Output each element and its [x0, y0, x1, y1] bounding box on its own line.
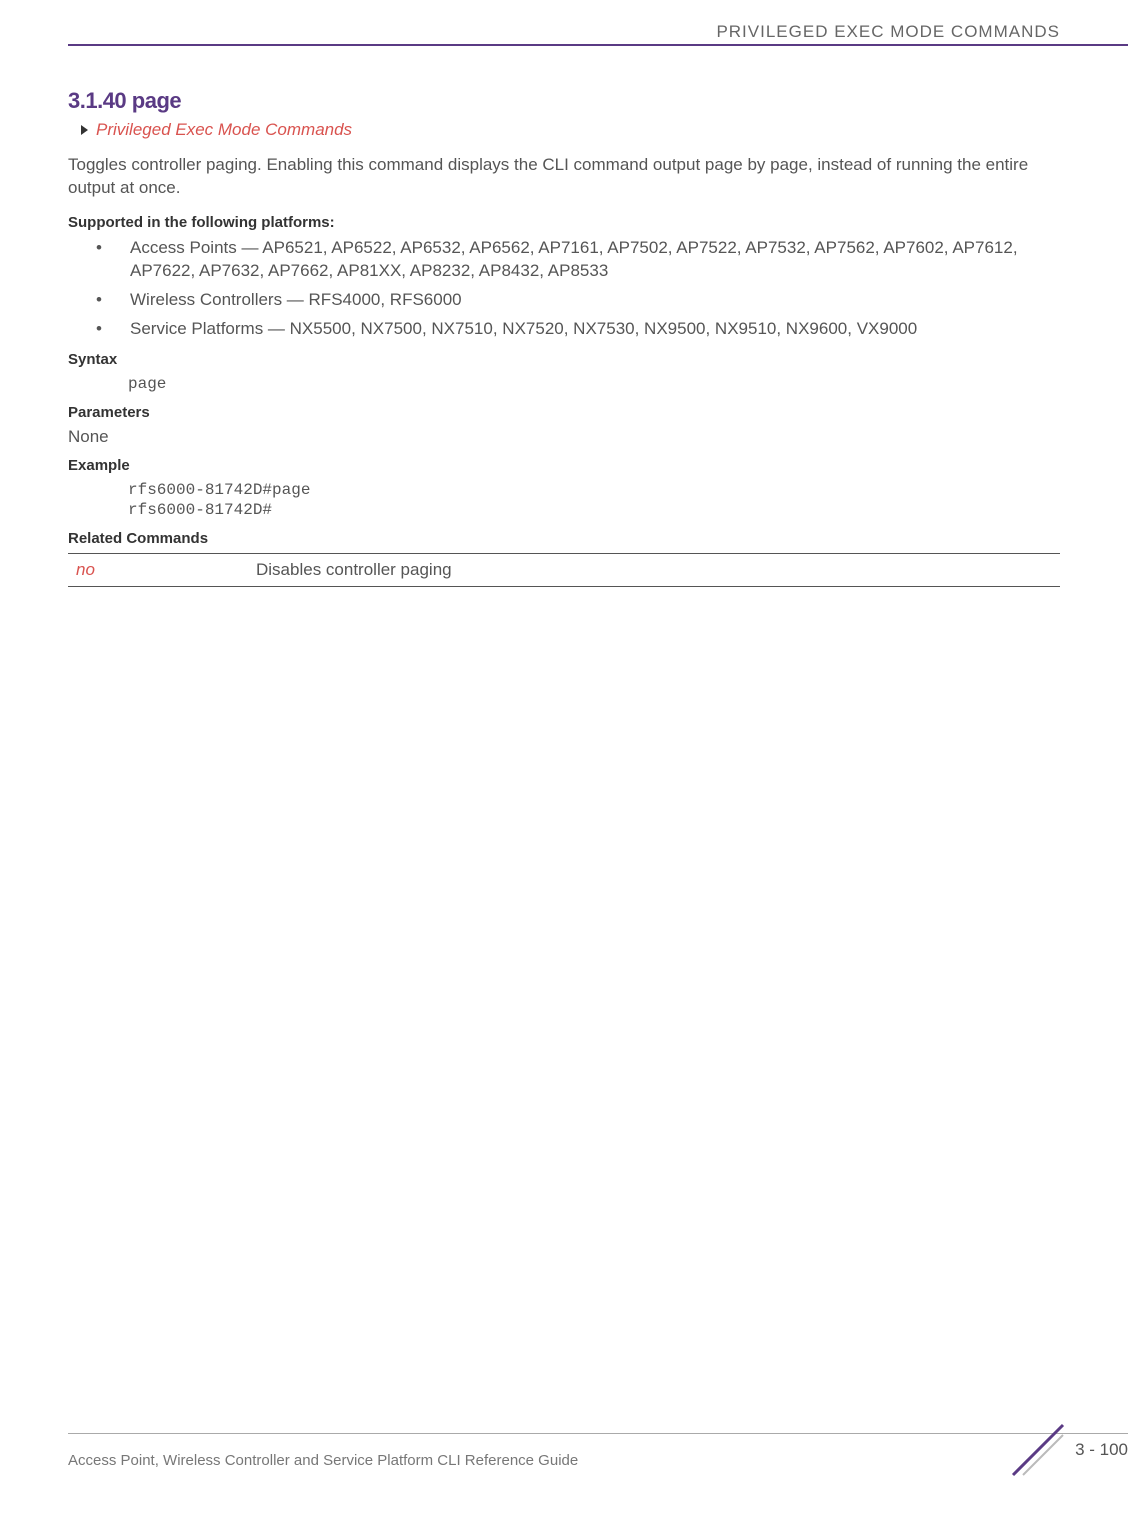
- footer-rule: [68, 1433, 1128, 1434]
- breadcrumb-link[interactable]: Privileged Exec Mode Commands: [96, 120, 352, 140]
- arrow-icon: [80, 124, 90, 136]
- related-command-name[interactable]: no: [68, 553, 248, 586]
- related-heading: Related Commands: [68, 530, 1060, 547]
- parameters-heading: Parameters: [68, 404, 1060, 421]
- related-commands-table: no Disables controller paging: [68, 553, 1060, 587]
- example-heading: Example: [68, 457, 1060, 474]
- parameters-value: None: [68, 427, 1060, 447]
- supported-platforms-list: Access Points — AP6521, AP6522, AP6532, …: [68, 237, 1060, 341]
- list-item: Wireless Controllers — RFS4000, RFS6000: [96, 289, 1060, 312]
- list-item: Access Points — AP6521, AP6522, AP6532, …: [96, 237, 1060, 283]
- section-title: 3.1.40 page: [68, 88, 1060, 114]
- footer-corner: 3 - 100: [988, 1440, 1128, 1480]
- document-page: PRIVILEGED EXEC MODE COMMANDS 3.1.40 pag…: [0, 0, 1128, 1516]
- page-footer: Access Point, Wireless Controller and Se…: [68, 1433, 1128, 1480]
- supported-heading: Supported in the following platforms:: [68, 214, 1060, 231]
- breadcrumb: Privileged Exec Mode Commands: [80, 120, 1060, 140]
- header-title: PRIVILEGED EXEC MODE COMMANDS: [68, 22, 1128, 42]
- header-rule: [68, 44, 1128, 46]
- related-command-desc: Disables controller paging: [248, 553, 1060, 586]
- section-description: Toggles controller paging. Enabling this…: [68, 154, 1060, 200]
- page-content: 3.1.40 page Privileged Exec Mode Command…: [68, 88, 1060, 587]
- page-number: 3 - 100: [1075, 1440, 1128, 1460]
- corner-decoration-icon: [1008, 1420, 1068, 1480]
- list-item: Service Platforms — NX5500, NX7500, NX75…: [96, 318, 1060, 341]
- footer-guide-title: Access Point, Wireless Controller and Se…: [68, 1452, 988, 1469]
- syntax-heading: Syntax: [68, 351, 1060, 368]
- table-row: no Disables controller paging: [68, 553, 1060, 586]
- example-code: rfs6000-81742D#page rfs6000-81742D#: [128, 480, 1060, 520]
- footer-row: Access Point, Wireless Controller and Se…: [68, 1440, 1128, 1480]
- syntax-code: page: [128, 374, 1060, 394]
- page-header: PRIVILEGED EXEC MODE COMMANDS: [68, 22, 1128, 46]
